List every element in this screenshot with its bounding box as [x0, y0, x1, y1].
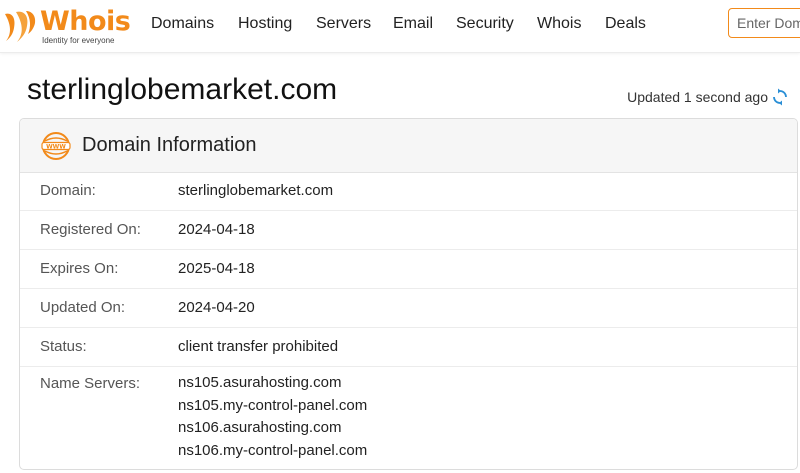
domain-information-card: WWW Domain Information Domain: sterlingl…	[19, 118, 798, 470]
info-row-registered: Registered On: 2024-04-18	[20, 211, 797, 250]
domain-search-input[interactable]	[728, 8, 800, 38]
row-label: Expires On:	[40, 260, 119, 277]
row-value: 2024-04-20	[178, 299, 255, 316]
name-server: ns105.asurahosting.com	[178, 374, 342, 391]
nav-item-whois[interactable]: Whois	[537, 15, 581, 33]
card-title: Domain Information	[82, 134, 257, 156]
svg-text:WWW: WWW	[46, 143, 66, 150]
row-value: 2025-04-18	[178, 260, 255, 277]
info-row-expires: Expires On: 2025-04-18	[20, 250, 797, 289]
info-row-domain: Domain: sterlinglobemarket.com	[20, 172, 797, 211]
nav-item-email[interactable]: Email	[393, 15, 433, 33]
nav-item-hosting[interactable]: Hosting	[238, 15, 292, 33]
nav-item-security[interactable]: Security	[456, 15, 514, 33]
row-label: Status:	[40, 338, 87, 355]
site-header: Whois Identity for everyone Domains Host…	[0, 0, 800, 53]
row-value: 2024-04-18	[178, 221, 255, 238]
name-server: ns105.my-control-panel.com	[178, 396, 368, 414]
name-server: ns106.my-control-panel.com	[178, 441, 368, 459]
nav-item-servers[interactable]: Servers	[316, 15, 371, 33]
refresh-icon[interactable]	[772, 88, 788, 106]
page-title: sterlinglobemarket.com	[27, 73, 338, 106]
logo-tagline: Identity for everyone	[42, 36, 115, 45]
nav-item-domains[interactable]: Domains	[151, 15, 214, 33]
name-server-list: ns105.asurahosting.com ns105.my-control-…	[178, 372, 367, 462]
card-header: WWW Domain Information	[20, 119, 797, 173]
www-icon: WWW	[41, 132, 71, 160]
nav-item-deals[interactable]: Deals	[605, 15, 646, 33]
updated-status: Updated 1 second ago	[627, 89, 768, 105]
info-row-name-servers: Name Servers: ns105.asurahosting.com ns1…	[20, 367, 797, 469]
row-value: sterlinglobemarket.com	[178, 182, 334, 199]
row-label: Domain:	[40, 182, 96, 199]
info-row-updated: Updated On: 2024-04-20	[20, 289, 797, 328]
whois-logo-icon	[5, 11, 36, 42]
row-value: client transfer prohibited	[178, 338, 339, 355]
row-label: Updated On:	[40, 299, 126, 316]
name-server: ns106.asurahosting.com	[178, 419, 342, 436]
whois-logo[interactable]: Whois Identity for everyone	[2, 6, 131, 46]
row-label: Name Servers:	[40, 375, 141, 392]
info-row-status: Status: client transfer prohibited	[20, 328, 797, 367]
logo-wordmark: Whois	[40, 6, 131, 37]
row-label: Registered On:	[40, 221, 141, 238]
